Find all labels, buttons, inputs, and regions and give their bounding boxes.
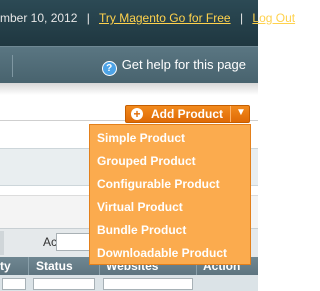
header-separator: | <box>86 11 90 25</box>
column-header-type[interactable]: ty <box>0 259 11 273</box>
column-header-status[interactable]: Status <box>36 259 73 273</box>
menu-item-downloadable-product[interactable]: Downloadable Product <box>97 243 227 263</box>
admin-header: mber 10, 2012 | Try Magento Go for Free … <box>0 0 295 46</box>
plus-circle-icon: + <box>131 108 143 120</box>
nav-divider <box>12 55 13 77</box>
type-filter-select[interactable] <box>2 278 26 290</box>
help-link-label: Get help for this page <box>121 57 246 72</box>
menu-item-configurable-product[interactable]: Configurable Product <box>97 174 220 194</box>
menu-item-virtual-product[interactable]: Virtual Product <box>97 197 183 217</box>
header-links: mber 10, 2012 | Try Magento Go for Free … <box>0 11 295 25</box>
nav-shadow <box>0 83 258 95</box>
button-split-divider <box>230 106 231 122</box>
try-magento-go-link[interactable]: Try Magento Go for Free <box>99 11 231 25</box>
help-link[interactable]: ? Get help for this page <box>101 57 246 76</box>
menu-item-bundle-product[interactable]: Bundle Product <box>97 220 186 240</box>
menu-item-grouped-product[interactable]: Grouped Product <box>97 151 196 171</box>
column-separator <box>28 257 29 275</box>
menu-item-simple-product[interactable]: Simple Product <box>97 128 185 148</box>
websites-filter-select[interactable] <box>103 278 193 290</box>
header-date: mber 10, 2012 <box>0 11 78 25</box>
grid-filter-row <box>0 275 258 291</box>
main-nav-bar: ? Get help for this page <box>0 46 258 83</box>
header-separator: | <box>239 11 244 25</box>
add-product-dropdown: Simple Product Grouped Product Configura… <box>89 124 251 265</box>
toolbar-divider <box>0 231 4 255</box>
add-product-button[interactable]: + Add Product ▼ <box>125 105 250 123</box>
help-icon: ? <box>101 61 117 76</box>
add-product-label: Add Product <box>151 107 223 121</box>
logout-link[interactable]: Log Out <box>252 11 295 25</box>
status-filter-select[interactable] <box>33 278 95 290</box>
chevron-down-icon[interactable]: ▼ <box>236 107 246 118</box>
